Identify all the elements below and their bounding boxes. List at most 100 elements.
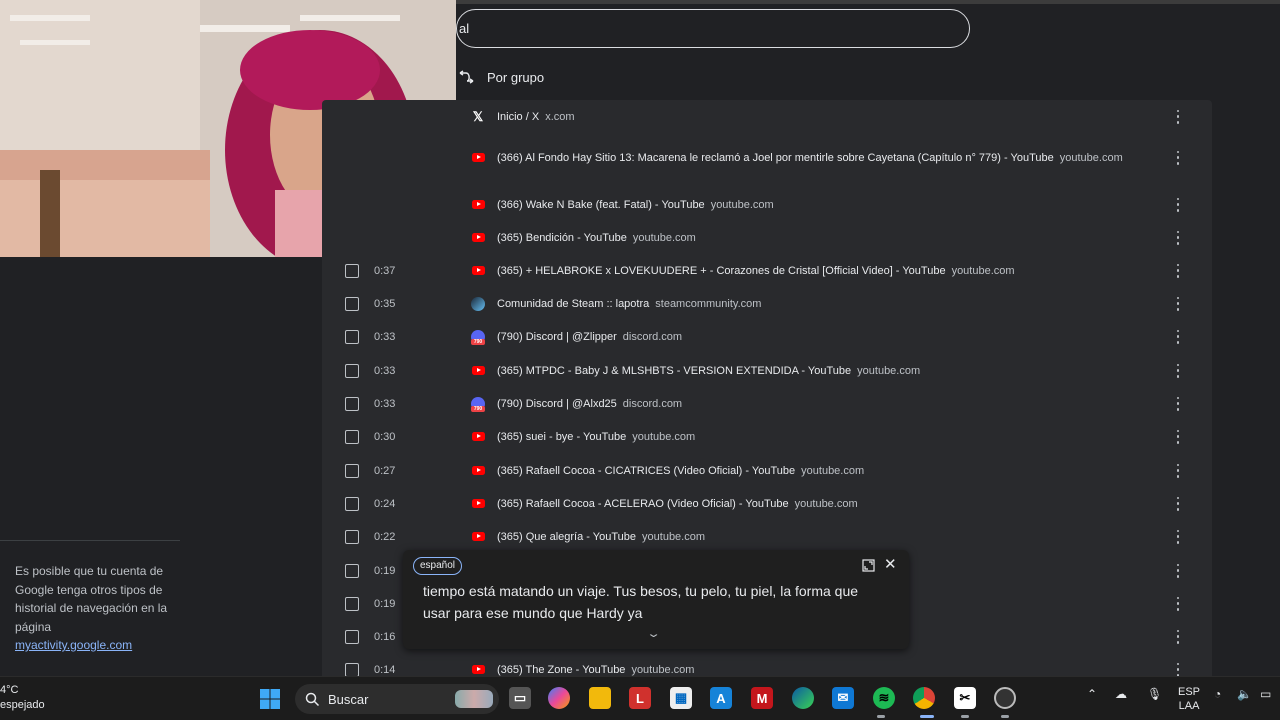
history-row[interactable]: 0:22 (365) Que alegría - YouTube youtube.c…	[322, 520, 1212, 553]
row-checkbox[interactable]	[345, 296, 359, 311]
history-row[interactable]: 0:35 Comunidad de Steam :: lapotra steamco…	[322, 287, 1212, 320]
obs-icon[interactable]	[994, 687, 1016, 709]
history-row[interactable]: 0:30 (365) suei - bye - YouTube youtube.co…	[322, 420, 1212, 453]
more-actions-icon[interactable]	[1174, 363, 1182, 378]
history-row[interactable]: 0:33 (790) Discord | @Zlipper discord.com	[322, 320, 1212, 353]
row-checkbox[interactable]	[345, 329, 359, 344]
history-row[interactable]: 0:27 (365) Rafaell Cocoa - CICATRICES (Vi…	[322, 454, 1212, 487]
more-actions-icon[interactable]	[1174, 629, 1182, 644]
row-title-text: (790) Discord | @Zlipper	[497, 330, 617, 343]
row-checkbox[interactable]	[345, 396, 359, 411]
youtube-favicon-icon	[471, 151, 485, 165]
wifi-icon[interactable]: ◔	[1214, 687, 1221, 701]
more-actions-icon[interactable]	[1174, 596, 1182, 611]
row-title[interactable]: (365) + HELABROKE x LOVEKUUDERE + - Cora…	[497, 265, 1015, 277]
row-checkbox[interactable]	[345, 563, 359, 578]
search-icon	[305, 692, 320, 706]
row-checkbox[interactable]	[345, 529, 359, 544]
row-title[interactable]: (365) Bendición - YouTube youtube.com	[497, 232, 696, 244]
history-row[interactable]: 0:24 (365) Rafaell Cocoa - ACELERAO (Vide…	[322, 487, 1212, 520]
myactivity-link[interactable]: myactivity.google.com	[15, 638, 132, 652]
history-row[interactable]: (365) Bendición - YouTube youtube.com	[322, 221, 1212, 254]
row-checkbox[interactable]	[345, 629, 359, 644]
outlook-icon[interactable]: ✉	[832, 687, 854, 709]
mcafee-icon[interactable]: M	[751, 687, 773, 709]
more-actions-icon[interactable]	[1174, 563, 1182, 578]
row-title[interactable]: (790) Discord | @Zlipper discord.com	[497, 331, 682, 343]
history-row[interactable]: (366) Al Fondo Hay Sitio 13: Macarena le…	[322, 141, 1212, 174]
row-time: 0:30	[374, 430, 396, 443]
more-actions-icon[interactable]	[1174, 496, 1182, 511]
store-icon[interactable]: ▦	[670, 687, 692, 709]
caption-language-badge[interactable]: español	[413, 557, 463, 575]
row-title[interactable]: (366) Wake N Bake (feat. Fatal) - YouTub…	[497, 199, 774, 211]
chrome-icon[interactable]	[913, 687, 935, 709]
row-title[interactable]: (365) suei - bye - YouTube youtube.com	[497, 431, 695, 443]
copilot-icon[interactable]	[548, 687, 570, 709]
more-actions-icon[interactable]	[1174, 662, 1182, 677]
row-checkbox[interactable]	[345, 596, 359, 611]
row-title[interactable]: Comunidad de Steam :: lapotra steamcommun…	[497, 298, 761, 310]
youtube-favicon-icon	[471, 364, 485, 378]
close-icon[interactable]: ✕	[884, 557, 897, 572]
row-checkbox[interactable]	[345, 263, 359, 278]
row-checkbox[interactable]	[345, 662, 359, 677]
language-indicator[interactable]: ESP LAA	[1178, 685, 1200, 713]
group-by-toggle[interactable]: Por grupo	[458, 66, 544, 88]
running-indicator	[920, 715, 934, 718]
windows-start-icon[interactable]	[259, 688, 281, 710]
expand-icon[interactable]	[862, 559, 875, 572]
more-actions-icon[interactable]	[1174, 463, 1182, 478]
row-title[interactable]: Inicio / X x.com	[497, 111, 575, 123]
more-actions-icon[interactable]	[1174, 263, 1182, 278]
more-actions-icon[interactable]	[1174, 109, 1182, 124]
more-actions-icon[interactable]	[1174, 429, 1182, 444]
history-search-input[interactable]	[457, 10, 969, 47]
row-time: 0:33	[374, 397, 396, 410]
microphone-icon[interactable]: 🎙	[1147, 687, 1162, 701]
caption-text: tiempo está matando un viaje. Tus besos,…	[423, 580, 893, 624]
edge-icon[interactable]	[792, 687, 814, 709]
row-checkbox[interactable]	[345, 463, 359, 478]
spotify-icon[interactable]: ≋	[873, 687, 895, 709]
more-actions-icon[interactable]	[1174, 396, 1182, 411]
more-actions-icon[interactable]	[1174, 329, 1182, 344]
more-actions-icon[interactable]	[1174, 296, 1182, 311]
chevron-up-icon[interactable]: ⌃	[1087, 687, 1097, 701]
chevron-down-icon[interactable]: ⌄	[646, 627, 661, 640]
history-row[interactable]: 0:33 (790) Discord | @Alxd25 discord.com	[322, 387, 1212, 420]
other-activity-text: Es posible que tu cuenta de Google tenga…	[15, 564, 168, 634]
row-title-text: (366) Wake N Bake (feat. Fatal) - YouTub…	[497, 198, 705, 211]
row-time: 0:19	[374, 597, 396, 610]
row-checkbox[interactable]	[345, 496, 359, 511]
history-row[interactable]: 𝕏 Inicio / X x.com	[322, 100, 1212, 133]
history-row[interactable]: 0:37 (365) + HELABROKE x LOVEKUUDERE + - …	[322, 254, 1212, 287]
task-view-icon[interactable]: ▭	[509, 687, 531, 709]
row-title[interactable]: (365) Rafaell Cocoa - ACELERAO (Video Of…	[497, 498, 858, 510]
file-explorer-icon[interactable]	[589, 687, 611, 709]
history-row[interactable]: 0:33 (365) MTPDC - Baby J & MLSHBTS - VER…	[322, 354, 1212, 387]
more-actions-icon[interactable]	[1174, 230, 1182, 245]
row-time: 0:19	[374, 564, 396, 577]
more-actions-icon[interactable]	[1174, 197, 1182, 212]
capcut-icon[interactable]: ✂	[954, 687, 976, 709]
row-checkbox[interactable]	[345, 363, 359, 378]
row-title[interactable]: (365) Que alegría - YouTube youtube.com	[497, 531, 705, 543]
row-title[interactable]: (365) The Zone - YouTube youtube.com	[497, 664, 694, 676]
cloud-sync-icon[interactable]: ☁	[1115, 687, 1127, 701]
row-title[interactable]: (365) MTPDC - Baby J & MLSHBTS - VERSION…	[497, 365, 920, 377]
battery-icon[interactable]: ▭	[1260, 687, 1271, 701]
more-actions-icon[interactable]	[1174, 529, 1182, 544]
row-title[interactable]: (790) Discord | @Alxd25 discord.com	[497, 398, 682, 410]
writer-app-icon[interactable]: A	[710, 687, 732, 709]
row-checkbox[interactable]	[345, 429, 359, 444]
row-title[interactable]: (365) Rafaell Cocoa - CICATRICES (Video …	[497, 465, 864, 477]
app-l-icon[interactable]: L	[629, 687, 651, 709]
weather-widget[interactable]: 4°C espejado	[0, 683, 45, 713]
more-actions-icon[interactable]	[1174, 150, 1182, 165]
row-title[interactable]: (366) Al Fondo Hay Sitio 13: Macarena le…	[497, 152, 1123, 164]
volume-icon[interactable]: 🔈	[1237, 687, 1252, 701]
taskbar-search[interactable]: Buscar	[295, 684, 499, 714]
history-search-bar[interactable]	[456, 9, 970, 48]
history-row[interactable]: (366) Wake N Bake (feat. Fatal) - YouTub…	[322, 188, 1212, 221]
